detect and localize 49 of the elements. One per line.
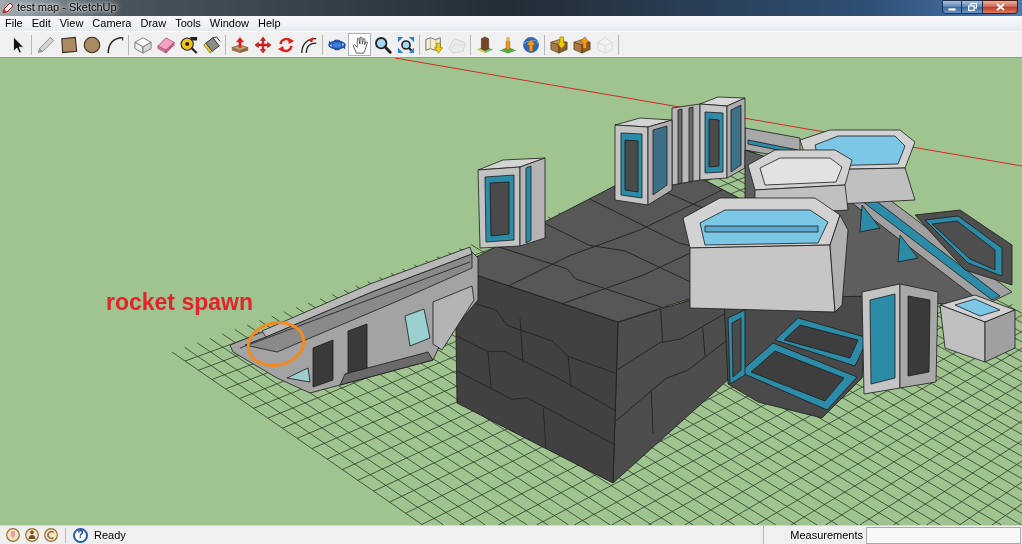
tool-button[interactable]: [547, 33, 570, 56]
minimize-button[interactable]: [942, 0, 962, 14]
circle-icon: [82, 35, 101, 54]
person-badge-icon[interactable]: [25, 528, 39, 542]
close-icon: [995, 3, 1005, 11]
box-up-arrow-icon: [572, 35, 591, 54]
help-button[interactable]: ?: [73, 527, 88, 543]
cube-icon: [133, 35, 152, 54]
move-arrows-icon: [253, 35, 272, 54]
restore-icon: [967, 3, 977, 11]
offset-arcs-icon: [299, 35, 318, 54]
menu-item[interactable]: Tools: [171, 17, 205, 30]
figure-on-ground-icon: [498, 35, 517, 54]
magnifier-icon: [373, 35, 392, 54]
push-pull-icon: [230, 35, 249, 54]
measurements-field[interactable]: [866, 526, 1021, 544]
menu-item[interactable]: File: [1, 17, 27, 30]
annotation-text: rocket spawn: [106, 288, 253, 316]
pin-badge-icon[interactable]: [6, 528, 20, 542]
hand-icon: [350, 35, 369, 54]
status-message: Ready: [94, 528, 126, 542]
pencil-icon: [36, 35, 55, 54]
arc-icon: [105, 35, 124, 54]
magnifier-arrows-icon: [396, 35, 415, 54]
restore-button[interactable]: [962, 0, 983, 14]
window-title: test map - SketchUp: [17, 0, 117, 15]
menu-item[interactable]: Help: [253, 17, 285, 30]
cube-outline-icon: [595, 35, 614, 54]
rotate-arrows-icon: [276, 35, 295, 54]
highlight-ellipse: [246, 321, 306, 367]
tool-button[interactable]: [570, 33, 593, 56]
tower-on-ground-icon: [475, 35, 494, 54]
close-button[interactable]: [983, 0, 1018, 14]
menu-item[interactable]: Edit: [27, 17, 55, 30]
terrain-icon: [447, 35, 466, 54]
menu-item[interactable]: Camera: [88, 17, 136, 30]
map-arrow-icon: [424, 35, 443, 54]
paint-bucket-icon: [202, 35, 221, 54]
menu-item[interactable]: Draw: [136, 17, 171, 30]
minimize-icon: [948, 7, 956, 11]
arc-badge-icon[interactable]: [44, 528, 58, 542]
tape-measure-icon: [179, 35, 198, 54]
pencil-logo-icon: [2, 2, 14, 14]
eraser-icon: [156, 35, 175, 54]
menu-item[interactable]: View: [55, 17, 88, 30]
box-down-arrow-icon: [549, 35, 568, 54]
menu-item[interactable]: Window: [205, 17, 253, 30]
measurements-label: Measurements: [789, 528, 864, 542]
tool-button[interactable]: [200, 33, 223, 56]
